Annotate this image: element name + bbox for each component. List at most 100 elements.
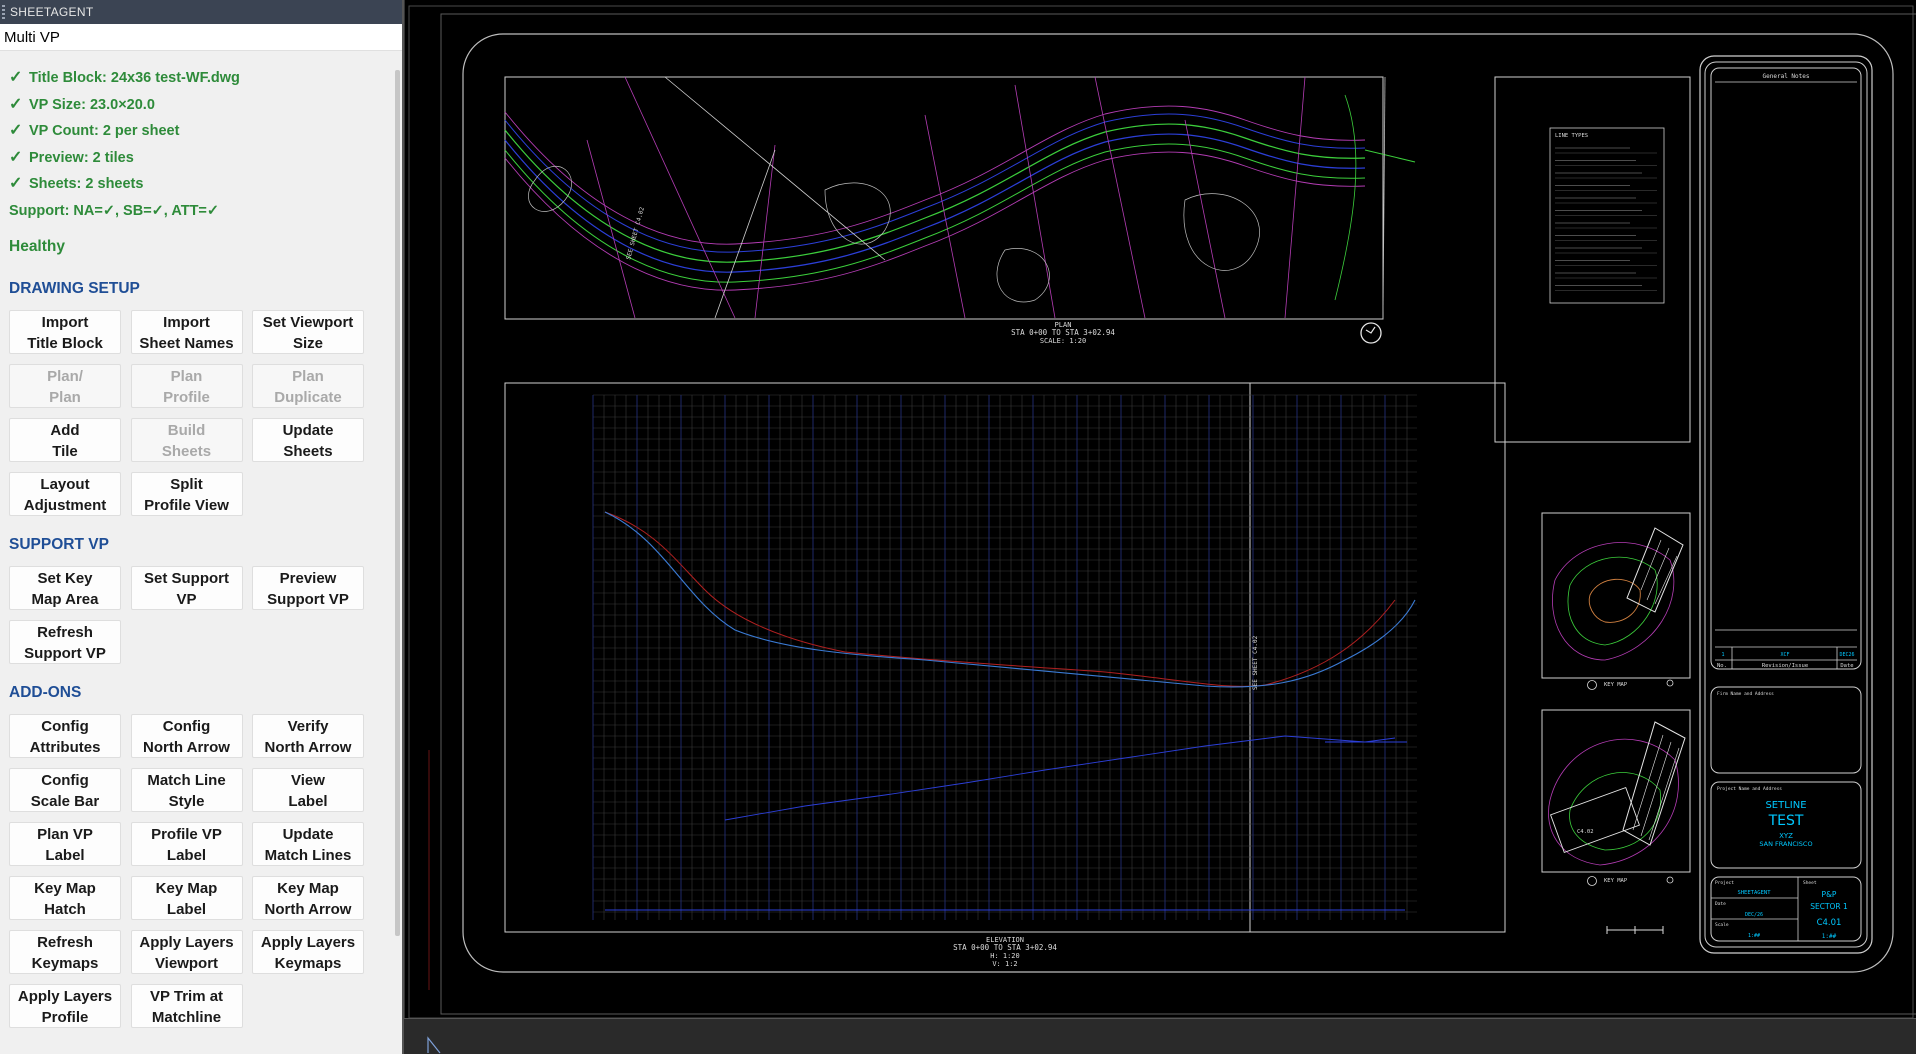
key-map-2-label: KEY MAP: [1604, 878, 1628, 884]
sheet-layout: SEE SHEET C4.02 PLAN STA 0+00 TO STA 3+0…: [408, 5, 1916, 1019]
firm-label: Firm Name and Address: [1717, 691, 1774, 697]
set-key-map-area-button[interactable]: Set Key Map Area: [9, 566, 121, 610]
elevation-station-range: STA 0+00 TO STA 3+02.94: [953, 943, 1057, 952]
key-map-sheet-label: C4.02: [1577, 829, 1594, 835]
revision-issue-header: Revision/Issue: [1762, 663, 1808, 669]
project-label: Project Name and Address: [1717, 786, 1782, 792]
check-icon: ✓: [9, 148, 23, 166]
check-icon: ✓: [9, 69, 23, 86]
profile-viewport[interactable]: SEE SHEET C4.02 ELEVATION STA 0+00 TO ST…: [504, 382, 1506, 968]
tb-sheet-scale: 1:##: [1822, 933, 1837, 940]
import-title-block-button[interactable]: Import Title Block: [9, 310, 121, 354]
status-text: VP Count: 2 per sheet: [29, 123, 180, 139]
apply-layers-viewport-button[interactable]: Apply Layers Viewport: [130, 930, 243, 974]
title-block[interactable]: General Notes 1 XCF DEC26 No. Revision/I…: [1699, 55, 1873, 954]
palette-title[interactable]: SHEETAGENT: [0, 0, 402, 24]
import-sheet-names-button[interactable]: Import Sheet Names: [130, 310, 243, 354]
ucs-icon: [427, 1036, 441, 1054]
status-text: Preview: 2 tiles: [29, 149, 134, 166]
status-preview: ✓ Preview: 2 tiles: [9, 145, 392, 172]
update-match-lines-button[interactable]: Update Match Lines: [252, 822, 364, 866]
add-ons-buttons: Config Attributes Config North Arrow Verif…: [9, 714, 392, 1028]
plan-viewport[interactable]: SEE SHEET C4.02 PLAN STA 0+00 TO STA 3+0…: [504, 76, 1416, 345]
config-attributes-button[interactable]: Config Attributes: [9, 714, 121, 758]
general-notes-title: General Notes: [1763, 73, 1810, 80]
tb-sheet-label: Sheet: [1803, 880, 1817, 886]
plan-plan-button[interactable]: Plan/ Plan: [9, 364, 121, 408]
palette-scrollbar[interactable]: [395, 70, 400, 936]
revision-date: DEC26: [1839, 652, 1854, 658]
notes-viewport[interactable]: [1494, 76, 1691, 443]
tb-date-value: DEC/26: [1745, 912, 1763, 918]
status-vp-size: ✓ VP Size: 23.0×20.0: [9, 92, 392, 119]
line-types-title: LINE TYPES: [1555, 133, 1588, 139]
status-text: Title Block: 24x36 test-WF.dwg: [29, 70, 240, 86]
profile-vp-label-button[interactable]: Profile VP Label: [130, 822, 243, 866]
revision-issue: XCF: [1780, 652, 1789, 658]
app-window: SHEETAGENT Multi VP ✓ Title Block: 24x36 …: [0, 0, 1916, 1054]
profile-match-line-label: SEE SHEET C4.02: [1252, 635, 1259, 690]
tb-sheet-number: C4.01: [1817, 918, 1842, 928]
revision-number: 1: [1721, 652, 1724, 658]
set-viewport-size-button[interactable]: Set Viewport Size: [252, 310, 364, 354]
section-title-drawing-setup: DRAWING SETUP: [9, 280, 140, 297]
status-title-block: ✓ Title Block: 24x36 test-WF.dwg: [9, 65, 392, 92]
key-map-label-button[interactable]: Key Map Label: [130, 876, 243, 920]
support-vp-buttons: Set Key Map Area Set Support VP Preview Su…: [9, 566, 392, 664]
config-north-arrow-button[interactable]: Config North Arrow: [130, 714, 243, 758]
plan-vp-label-button[interactable]: Plan VP Label: [9, 822, 121, 866]
set-support-vp-button[interactable]: Set Support VP: [130, 566, 243, 610]
tb-scale-label: Scale: [1715, 922, 1729, 928]
status-text: Sheets: 2 sheets: [29, 176, 144, 192]
plan-profile-button[interactable]: Plan Profile: [130, 364, 243, 408]
project-name-line-2: TEST: [1768, 813, 1804, 829]
verify-north-arrow-button[interactable]: Verify North Arrow: [252, 714, 364, 758]
tb-project-value: SHEETAGENT: [1737, 890, 1771, 896]
drawing-setup-buttons: Import Title Block Import Sheet Names Set …: [9, 310, 392, 516]
preview-support-vp-button[interactable]: Preview Support VP: [252, 566, 364, 610]
status-support: Support: NA=✓, SB=✓, ATT=✓: [9, 202, 220, 219]
config-scale-bar-button[interactable]: Config Scale Bar: [9, 768, 121, 812]
plan-duplicate-button[interactable]: Plan Duplicate: [252, 364, 364, 408]
revision-date-header: Date: [1840, 663, 1853, 669]
refresh-support-vp-button[interactable]: Refresh Support VP: [9, 620, 121, 664]
apply-layers-keymaps-button[interactable]: Apply Layers Keymaps: [252, 930, 364, 974]
check-icon: ✓: [9, 95, 23, 113]
scale-bar: [1606, 926, 1664, 934]
refresh-keymaps-button[interactable]: Refresh Keymaps: [9, 930, 121, 974]
update-sheets-button[interactable]: Update Sheets: [252, 418, 364, 462]
status-sheets: ✓ Sheets: 2 sheets: [9, 171, 392, 198]
project-city-1: XYZ: [1779, 832, 1793, 840]
drawing-canvas[interactable]: SEE SHEET C4.02 PLAN STA 0+00 TO STA 3+0…: [404, 0, 1916, 1054]
elevation-v-scale: V: 1:2: [992, 960, 1017, 968]
key-map-hatch-button[interactable]: Key Map Hatch: [9, 876, 121, 920]
palette-body: ✓ Title Block: 24x36 test-WF.dwg ✓ VP Size…: [0, 51, 392, 1054]
build-sheets-button[interactable]: Build Sheets: [130, 418, 243, 462]
palette-tab-multi-vp[interactable]: Multi VP: [0, 24, 402, 51]
apply-layers-profile-button[interactable]: Apply Layers Profile: [9, 984, 121, 1028]
check-icon: ✓: [9, 175, 23, 192]
status-list: ✓ Title Block: 24x36 test-WF.dwg ✓ VP Size…: [9, 65, 392, 224]
view-label-button[interactable]: View Label: [252, 768, 364, 812]
add-tile-button[interactable]: Add Tile: [9, 418, 121, 462]
legend-entries: [1555, 147, 1657, 291]
key-map-1[interactable]: KEY MAP: [1541, 512, 1691, 690]
split-profile-view-button[interactable]: Split Profile View: [130, 472, 243, 516]
tb-project-label: Project: [1715, 880, 1734, 886]
tb-sheet-line-1: P&P: [1822, 890, 1837, 899]
section-title-add-ons: ADD-ONS: [9, 684, 82, 701]
health-status: Healthy: [9, 238, 65, 255]
project-city-2: SAN FRANCISCO: [1759, 840, 1812, 848]
revision-no-header: No.: [1717, 663, 1727, 669]
status-vp-count: ✓ VP Count: 2 per sheet: [9, 118, 392, 145]
key-map-2[interactable]: C4.02 KEY MAP: [1541, 709, 1691, 886]
plan-scale-label: SCALE: 1:20: [1040, 337, 1086, 345]
key-map-1-label: KEY MAP: [1604, 682, 1628, 688]
vp-trim-at-matchline-button[interactable]: VP Trim at Matchline: [130, 984, 243, 1028]
sheetagent-palette: SHEETAGENT Multi VP ✓ Title Block: 24x36 …: [0, 0, 404, 1054]
status-text: VP Size: 23.0×20.0: [29, 96, 155, 113]
project-name-line-1: SETLINE: [1765, 800, 1806, 811]
match-line-style-button[interactable]: Match Line Style: [130, 768, 243, 812]
key-map-north-arrow-button[interactable]: Key Map North Arrow: [252, 876, 364, 920]
layout-adjustment-button[interactable]: Layout Adjustment: [9, 472, 121, 516]
